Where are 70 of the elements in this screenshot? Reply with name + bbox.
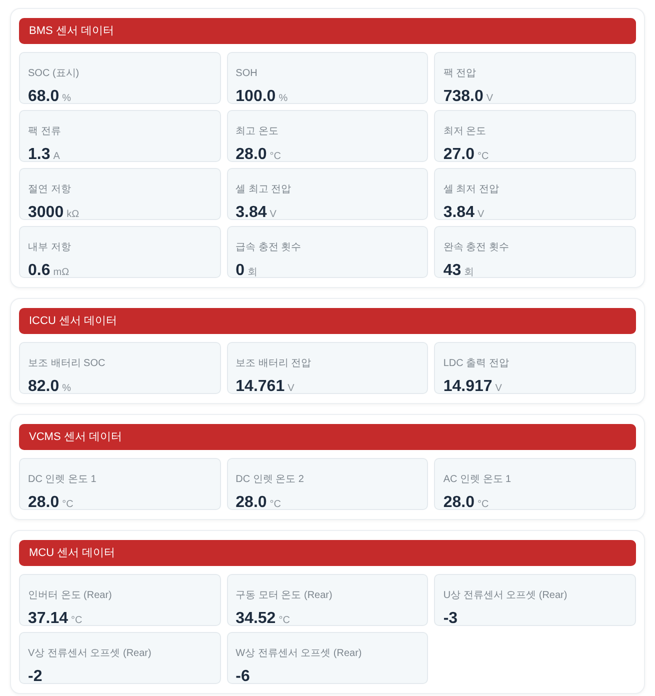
metric-unit: V [495,382,502,396]
metric-label: 인버터 온도 (Rear) [28,589,112,602]
metric-value: 1.3 [28,145,50,165]
metric-label: DC 인렛 온도 2 [236,473,304,486]
section-header: VCMS 센서 데이터 [19,424,636,450]
metric-value: 738.0 [443,87,484,107]
metric-value: 28.0 [443,493,474,513]
metric-unit: mΩ [53,266,70,280]
metric-value: -3 [443,609,458,629]
metric-value: 28.0 [236,493,267,513]
metric-value: 14.761 [236,377,285,397]
metric-unit: % [62,92,72,106]
metric-label: 최저 온도 [443,125,486,138]
metric-label: AC 인렛 온도 1 [443,473,512,486]
metric-unit: A [53,150,60,164]
metric-value: 3.84 [443,203,474,223]
metric-unit: °C [278,614,290,628]
metric-unit: °C [270,150,282,164]
metric-unit: °C [477,498,489,512]
metric-value: 27.0 [443,145,474,165]
metric-label: 셀 최저 전압 [443,183,499,196]
metric-unit: % [62,382,72,396]
metric-unit: % [278,92,288,106]
metric-value: 28.0 [236,145,267,165]
metric-value: 0 [236,261,245,281]
metric-label: 팩 전류 [28,125,61,138]
metric-unit: 회 [464,266,474,280]
metric-unit: V [477,208,484,222]
metric-value: 28.0 [28,493,60,513]
metric-label: 완속 충전 횟수 [443,241,509,254]
metric-label: LDC 출력 전압 [443,357,509,370]
metric-label: W상 전류센서 오프셋 (Rear) [236,647,362,660]
metric-label: 급속 충전 횟수 [236,241,302,254]
section-header: BMS 센서 데이터 [19,18,636,44]
metric-unit: 회 [248,266,258,280]
metric-label: 보조 배터리 전압 [236,357,312,370]
metric-value: 100.0 [236,87,276,107]
metric-unit: kΩ [66,208,80,222]
section-header: ICCU 센서 데이터 [19,308,636,334]
metric-value: -2 [28,667,42,687]
metric-unit: °C [477,150,489,164]
metric-label: SOH [236,67,258,80]
metric-label: 팩 전압 [443,67,476,80]
metric-value: 37.14 [28,609,68,629]
metric-value: 34.52 [236,609,276,629]
metric-value: 14.917 [443,377,492,397]
metric-unit: V [486,92,494,106]
section-header: MCU 센서 데이터 [19,540,636,566]
metric-value: 43 [443,261,462,281]
metric-value: 82.0 [28,377,60,397]
metric-value: -6 [236,667,250,687]
metric-label: 구동 모터 온도 (Rear) [236,589,332,602]
metric-unit: °C [270,498,282,512]
metric-unit: °C [71,614,82,628]
metric-label: SOC (표시) [28,67,80,80]
metric-label: 최고 온도 [236,125,278,138]
metric-label: 보조 배터리 SOC [28,357,106,370]
metric-label: 절연 저항 [28,183,71,196]
metric-label: 내부 저항 [28,241,71,254]
metric-value: 3.84 [236,203,267,223]
metric-unit: V [288,382,294,396]
metric-value: 68.0 [28,87,60,107]
metric-label: DC 인렛 온도 1 [28,473,96,486]
metric-unit: °C [62,498,74,512]
metric-label: U상 전류센서 오프셋 (Rear) [443,589,568,602]
metric-value: 0.6 [28,261,50,281]
metric-label: V상 전류센서 오프셋 (Rear) [28,647,152,660]
metric-label: 셀 최고 전압 [236,183,292,196]
metric-unit: V [270,208,276,222]
metric-value: 3000 [28,203,64,223]
